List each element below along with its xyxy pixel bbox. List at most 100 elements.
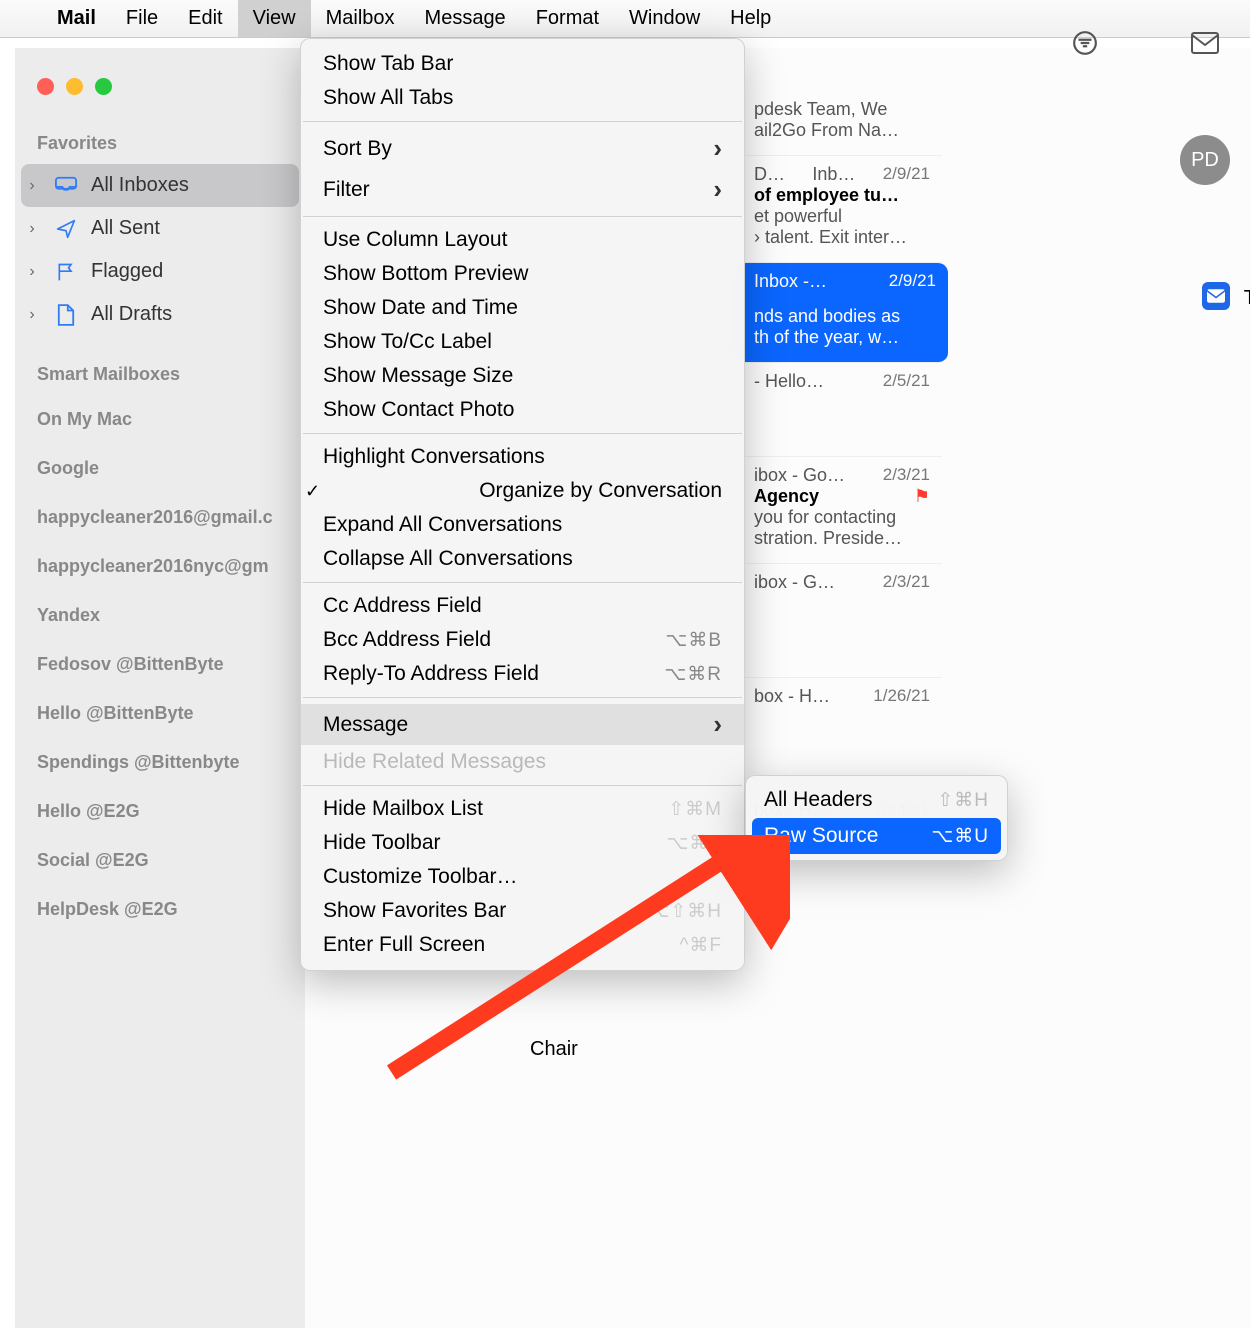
menu-item-show-tab-bar[interactable]: Show Tab Bar bbox=[301, 47, 744, 81]
shortcut: ^⌘F bbox=[679, 934, 722, 957]
menu-item-cc-field[interactable]: Cc Address Field bbox=[301, 589, 744, 623]
menu-item-show-bottom-preview[interactable]: Show Bottom Preview bbox=[301, 257, 744, 291]
compose-icon[interactable] bbox=[1190, 28, 1220, 58]
sidebar-item-label: All Inboxes bbox=[91, 174, 189, 197]
menubar: Mail File Edit View Mailbox Message Form… bbox=[0, 0, 1250, 38]
sidebar-item-flagged[interactable]: › Flagged bbox=[15, 250, 305, 293]
message-row[interactable]: ibox - G…2/3/21 bbox=[742, 564, 942, 678]
menu-window[interactable]: Window bbox=[614, 0, 715, 37]
message-row-selected[interactable]: Inbox -…2/9/21 nds and bodies as th of t… bbox=[736, 263, 948, 363]
inbox-icon bbox=[53, 176, 79, 196]
menu-view[interactable]: View bbox=[238, 0, 311, 37]
sent-icon bbox=[53, 219, 79, 239]
sidebar-item-label: Flagged bbox=[91, 260, 163, 283]
account-on-my-mac[interactable]: On My Mac bbox=[15, 395, 305, 444]
menu-item-use-column-layout[interactable]: Use Column Layout bbox=[301, 223, 744, 257]
message-list: pdesk Team, We ail2Go From Na… D…Inb…2/9… bbox=[742, 91, 942, 836]
menu-item-show-all-tabs[interactable]: Show All Tabs bbox=[301, 81, 744, 115]
account-google[interactable]: Google bbox=[15, 444, 305, 493]
account-yandex[interactable]: Yandex bbox=[15, 591, 305, 640]
shortcut: ⌥⇧⌘H bbox=[647, 900, 722, 923]
avatar-initials: PD bbox=[1191, 149, 1219, 172]
disclosure-chevron-icon[interactable]: › bbox=[23, 220, 41, 238]
menu-item-sort-by[interactable]: Sort By bbox=[301, 128, 744, 169]
zoom-window-button[interactable] bbox=[95, 78, 112, 95]
disclosure-chevron-icon[interactable]: › bbox=[23, 306, 41, 324]
account-entry[interactable]: Spendings @Bittenbyte bbox=[15, 738, 305, 787]
submenu-item-raw-source[interactable]: Raw Source⌥⌘U bbox=[752, 818, 1001, 854]
check-icon: ✓ bbox=[305, 481, 327, 502]
close-window-button[interactable] bbox=[37, 78, 54, 95]
account-entry[interactable]: happycleaner2016nyc@gm bbox=[15, 542, 305, 591]
filter-icon[interactable] bbox=[1070, 28, 1100, 58]
flag-icon bbox=[53, 261, 79, 283]
menu-separator bbox=[303, 121, 742, 122]
traffic-lights bbox=[37, 78, 112, 95]
account-entry[interactable]: Fedosov @BittenByte bbox=[15, 640, 305, 689]
menu-item-message[interactable]: Message bbox=[301, 704, 744, 745]
sidebar-item-all-inboxes[interactable]: › All Inboxes bbox=[21, 164, 299, 207]
app-menu-mail[interactable]: Mail bbox=[42, 0, 111, 37]
cutoff-text: T bbox=[1244, 287, 1250, 310]
shortcut: ⌥⌘T bbox=[666, 832, 722, 855]
account-entry[interactable]: Hello @E2G bbox=[15, 787, 305, 836]
message-row[interactable]: D…Inb…2/9/21 of employee tu… et powerful… bbox=[742, 156, 942, 263]
shortcut: ⌥⌘B bbox=[665, 629, 722, 652]
shortcut: ⌥⌘U bbox=[931, 825, 989, 848]
menu-separator bbox=[303, 433, 742, 434]
menu-item-bcc-field[interactable]: Bcc Address Field⌥⌘B bbox=[301, 623, 744, 657]
mail-app-icon bbox=[1202, 282, 1230, 310]
sidebar: Favorites › All Inboxes › All Sent › Fla… bbox=[15, 48, 305, 1328]
submenu-item-all-headers[interactable]: All Headers⇧⌘H bbox=[752, 782, 1001, 818]
account-entry[interactable]: Social @E2G bbox=[15, 836, 305, 885]
account-entry[interactable]: Hello @BittenByte bbox=[15, 689, 305, 738]
disclosure-chevron-icon[interactable]: › bbox=[23, 263, 41, 281]
sidebar-item-all-drafts[interactable]: › All Drafts bbox=[15, 293, 305, 336]
menu-item-organize-by-conversation[interactable]: ✓Organize by Conversation bbox=[301, 474, 744, 508]
message-row[interactable]: ibox - Go…2/3/21 Agency⚑ you for contact… bbox=[742, 457, 942, 564]
message-submenu: All Headers⇧⌘H Raw Source⌥⌘U bbox=[745, 775, 1008, 861]
shortcut: ⇧⌘H bbox=[937, 789, 989, 812]
minimize-window-button[interactable] bbox=[66, 78, 83, 95]
message-row[interactable]: - Hello…2/5/21 bbox=[742, 363, 942, 457]
favorites-header: Favorites bbox=[15, 123, 305, 164]
account-entry[interactable]: HelpDesk @E2G bbox=[15, 885, 305, 934]
menu-item-expand-all-conversations[interactable]: Expand All Conversations bbox=[301, 508, 744, 542]
menu-item-show-to-cc[interactable]: Show To/Cc Label bbox=[301, 325, 744, 359]
menu-item-show-favorites-bar[interactable]: Show Favorites Bar⌥⇧⌘H bbox=[301, 894, 744, 928]
account-entry[interactable]: happycleaner2016@gmail.c bbox=[15, 493, 305, 542]
menu-item-show-date-time[interactable]: Show Date and Time bbox=[301, 291, 744, 325]
flag-icon: ⚑ bbox=[914, 486, 930, 507]
menu-separator bbox=[303, 697, 742, 698]
menu-item-show-contact-photo[interactable]: Show Contact Photo bbox=[301, 393, 744, 427]
menu-item-hide-mailbox-list[interactable]: Hide Mailbox List⇧⌘M bbox=[301, 792, 744, 826]
menu-item-highlight-conversations[interactable]: Highlight Conversations bbox=[301, 440, 744, 474]
menu-item-show-message-size[interactable]: Show Message Size bbox=[301, 359, 744, 393]
menu-edit[interactable]: Edit bbox=[173, 0, 237, 37]
menu-item-enter-full-screen[interactable]: Enter Full Screen^⌘F bbox=[301, 928, 744, 962]
menu-item-collapse-all-conversations[interactable]: Collapse All Conversations bbox=[301, 542, 744, 576]
menu-separator bbox=[303, 216, 742, 217]
menu-file[interactable]: File bbox=[111, 0, 173, 37]
sidebar-item-label: All Sent bbox=[91, 217, 160, 240]
menu-format[interactable]: Format bbox=[521, 0, 614, 37]
drafts-icon bbox=[53, 304, 79, 326]
chair-text: Chair bbox=[530, 1038, 578, 1061]
menu-message[interactable]: Message bbox=[410, 0, 521, 37]
menu-separator bbox=[303, 785, 742, 786]
menu-item-hide-related: Hide Related Messages bbox=[301, 745, 744, 779]
menu-item-customize-toolbar[interactable]: Customize Toolbar… bbox=[301, 860, 744, 894]
sidebar-item-all-sent[interactable]: › All Sent bbox=[15, 207, 305, 250]
shortcut: ⇧⌘M bbox=[668, 798, 722, 821]
disclosure-chevron-icon[interactable]: › bbox=[23, 177, 41, 195]
smart-mailboxes-header: Smart Mailboxes bbox=[15, 354, 305, 395]
menu-item-reply-to-field[interactable]: Reply-To Address Field⌥⌘R bbox=[301, 657, 744, 691]
avatar: PD bbox=[1180, 135, 1230, 185]
message-row[interactable]: pdesk Team, We ail2Go From Na… bbox=[742, 91, 942, 156]
menu-item-hide-toolbar[interactable]: Hide Toolbar⌥⌘T bbox=[301, 826, 744, 860]
menu-item-filter[interactable]: Filter bbox=[301, 169, 744, 210]
view-menu-dropdown: Show Tab Bar Show All Tabs Sort By Filte… bbox=[300, 38, 745, 971]
menu-mailbox[interactable]: Mailbox bbox=[311, 0, 410, 37]
menu-separator bbox=[303, 582, 742, 583]
menu-help[interactable]: Help bbox=[715, 0, 786, 37]
